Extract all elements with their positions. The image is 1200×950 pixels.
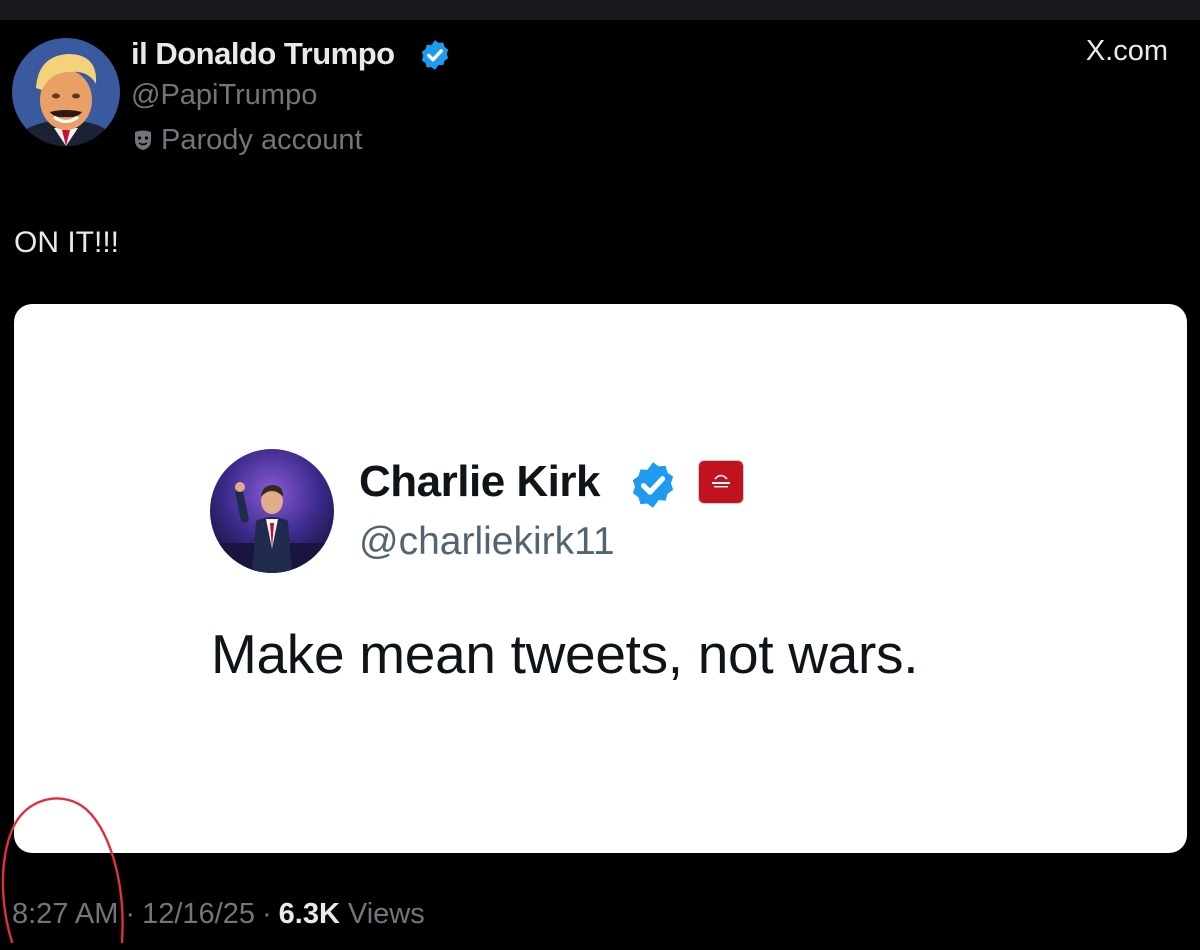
author-display-name[interactable]: il Donaldo Trumpo bbox=[131, 36, 395, 72]
quoted-display-name: Charlie Kirk bbox=[359, 457, 600, 506]
post-date[interactable]: 12/16/25 bbox=[142, 898, 255, 931]
views-count[interactable]: 6.3K bbox=[279, 898, 340, 931]
quoted-verified-badge-icon bbox=[632, 462, 674, 508]
top-bar bbox=[0, 0, 1200, 20]
verified-badge-icon[interactable] bbox=[418, 38, 452, 72]
author-handle[interactable]: @PapiTrumpo bbox=[131, 79, 317, 112]
parody-label-text: Parody account bbox=[161, 123, 363, 156]
post-meta: 8:27 AM · 12/16/25 · 6.3K Views bbox=[12, 898, 425, 938]
site-label: X.com bbox=[1085, 35, 1168, 67]
quoted-author-avatar bbox=[210, 449, 334, 573]
post-time[interactable]: 8:27 AM bbox=[12, 898, 118, 931]
post-media-image[interactable]: Charlie Kirk @charliekirk11 Make mean tw… bbox=[14, 304, 1187, 853]
org-affiliate-badge-icon bbox=[698, 460, 744, 504]
views-label[interactable]: Views bbox=[348, 898, 425, 931]
quoted-tweet-text: Make mean tweets, not wars. bbox=[211, 623, 919, 685]
post-text: ON IT!!! bbox=[14, 226, 119, 259]
parody-mask-icon bbox=[135, 130, 151, 150]
quoted-handle: @charliekirk11 bbox=[359, 520, 615, 563]
post-view: il Donaldo Trumpo @PapiTrumpo Parody acc… bbox=[0, 0, 1200, 950]
meta-separator: · bbox=[261, 898, 272, 930]
author-avatar[interactable] bbox=[12, 38, 120, 146]
parody-label: Parody account bbox=[133, 123, 363, 157]
meta-separator: · bbox=[125, 898, 136, 930]
